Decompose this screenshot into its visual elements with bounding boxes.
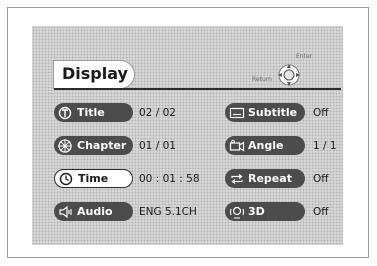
time-icon — [59, 172, 75, 186]
repeat-icon — [229, 172, 245, 186]
angle-icon — [229, 139, 245, 153]
time-label: Time — [78, 172, 109, 185]
chapter-label: Chapter — [77, 139, 127, 152]
repeat-label: Repeat — [248, 172, 292, 185]
title-value: 02 / 02 — [139, 107, 176, 119]
subtitle-icon — [229, 106, 245, 120]
chapter-icon — [58, 138, 74, 153]
chapter-value: 01 / 01 — [139, 140, 176, 152]
title-underline — [54, 88, 341, 90]
menu-title-tab: Display — [54, 61, 134, 88]
menu-item-subtitle[interactable]: Subtitle — [225, 103, 305, 122]
joystick-icon — [278, 64, 300, 86]
menu-item-repeat[interactable]: Repeat — [225, 169, 305, 188]
repeat-value: Off — [313, 173, 329, 185]
3d-label: 3D — [248, 205, 265, 218]
enter-hint: Enter — [296, 53, 313, 60]
menu-item-audio[interactable]: Audio — [54, 202, 133, 221]
menu-item-3d[interactable]: 3D — [225, 202, 305, 221]
menu-item-time[interactable]: Time — [54, 169, 133, 188]
subtitle-value: Off — [313, 107, 329, 119]
subtitle-label: Subtitle — [248, 106, 298, 119]
audio-icon — [58, 205, 74, 219]
time-value: 00 : 01 : 58 — [139, 173, 200, 185]
angle-label: Angle — [248, 139, 284, 152]
audio-value: ENG 5.1CH — [139, 206, 197, 218]
audio-label: Audio — [77, 205, 113, 218]
menu-item-title[interactable]: Title — [54, 103, 133, 122]
menu-item-angle[interactable]: Angle — [225, 136, 305, 155]
3d-sound-icon — [229, 205, 245, 219]
title-label: Title — [77, 106, 105, 119]
title-icon — [58, 106, 74, 120]
return-hint: Return — [252, 76, 272, 83]
menu-item-chapter[interactable]: Chapter — [54, 136, 133, 155]
angle-value: 1 / 1 — [313, 140, 337, 152]
3d-value: Off — [313, 206, 329, 218]
menu-title: Display — [62, 64, 128, 83]
